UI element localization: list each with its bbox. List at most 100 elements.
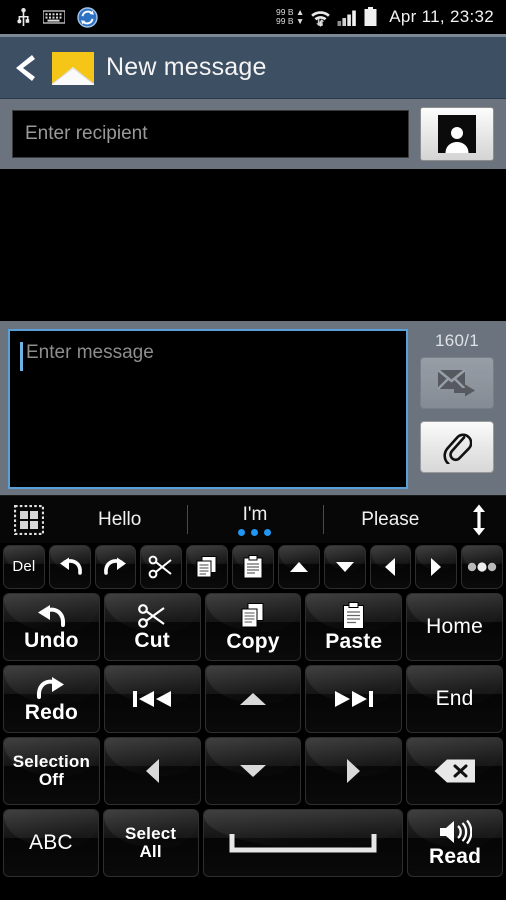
key-label: Copy (226, 629, 280, 653)
key-label-line1: Selection (12, 752, 91, 772)
suggestion-please[interactable]: Please (322, 496, 458, 543)
keyboard-toolbar-row: Del (3, 545, 503, 589)
key-paste-small[interactable] (232, 545, 274, 589)
action-bar: New message (0, 37, 506, 99)
key-arrow-right[interactable] (305, 737, 403, 805)
keyboard-row-2: Redo End (3, 665, 503, 733)
key-undo[interactable]: Undo (3, 593, 100, 661)
redo-icon (35, 675, 67, 701)
status-bar-right-icons: 99 B ▲ 99 B ▼ Apr 11, 23:32 (276, 7, 498, 27)
paperclip-icon (443, 433, 472, 464)
paste-icon (341, 601, 366, 630)
key-label-line2: Off (38, 770, 64, 789)
redo-icon (103, 557, 126, 575)
key-redo[interactable]: Redo (3, 665, 100, 733)
scissors-icon (137, 603, 167, 629)
key-redo-small[interactable] (94, 545, 137, 589)
key-copy-small[interactable] (186, 545, 229, 589)
compose-area: Enter message 160/1 (0, 321, 506, 495)
key-selection-off[interactable]: Selection Off (3, 737, 100, 805)
copy-icon (196, 556, 217, 578)
suggestion-bar: Hello I'm Please (0, 495, 506, 543)
attach-button[interactable] (420, 421, 494, 473)
key-arrow-up[interactable] (204, 665, 302, 733)
spacebar-icon (228, 832, 378, 854)
key-skip-forward[interactable] (305, 665, 403, 733)
key-more-options[interactable] (461, 545, 503, 589)
suggestion-label: Please (361, 508, 420, 530)
arrow-right-icon (431, 558, 442, 576)
keyboard: Del Undo Cut Copy Paste Home Redo End Se… (0, 543, 506, 885)
key-arrow-up-small[interactable] (277, 545, 320, 589)
key-label: End (435, 687, 474, 711)
key-home[interactable]: Home (406, 593, 503, 661)
key-arrow-left[interactable] (103, 737, 201, 805)
key-copy[interactable]: Copy (204, 593, 302, 661)
suggestion-label: Hello (98, 508, 142, 530)
key-label: ABC (28, 831, 73, 855)
send-button[interactable] (420, 357, 494, 409)
key-arrow-down[interactable] (204, 737, 302, 805)
key-label: Paste (325, 629, 383, 653)
suggestion-page-dots (238, 528, 272, 536)
skip-back-icon (131, 687, 173, 711)
key-label: Read (429, 844, 482, 868)
data-usage-indicator: 99 B ▲ 99 B ▼ (276, 7, 305, 26)
send-message-icon (437, 368, 475, 397)
key-arrow-left-small[interactable] (369, 545, 412, 589)
character-counter: 160/1 (434, 331, 480, 350)
key-label-line2: All (139, 842, 162, 861)
key-end[interactable]: End (406, 665, 503, 733)
key-undo-small[interactable] (48, 545, 91, 589)
back-button[interactable] (10, 51, 40, 85)
arrow-up-icon (289, 562, 308, 572)
contacts-button[interactable] (420, 107, 494, 161)
key-abc[interactable]: ABC (3, 809, 99, 877)
key-label: Redo (24, 700, 79, 724)
key-label: Cut (134, 628, 170, 652)
arrow-down-icon (335, 562, 354, 572)
scissors-icon (148, 555, 172, 579)
expand-vertical-icon[interactable] (458, 504, 500, 536)
arrow-left-icon (385, 558, 396, 576)
text-caret (20, 342, 23, 371)
message-placeholder: Enter message (26, 342, 154, 363)
key-paste[interactable]: Paste (305, 593, 403, 661)
key-read[interactable]: Read (407, 809, 503, 877)
undo-icon (59, 557, 82, 575)
keyboard-row-1: Undo Cut Copy Paste Home (3, 593, 503, 661)
key-label: Home (426, 615, 483, 639)
copy-icon (239, 602, 267, 630)
page-title: New message (106, 53, 267, 81)
paste-icon (243, 555, 263, 579)
recipient-bar: Enter recipient (0, 99, 506, 169)
key-cut-small[interactable] (140, 545, 183, 589)
arrow-up-icon (237, 690, 269, 708)
key-select-all[interactable]: Select All (102, 809, 199, 877)
skip-forward-icon (333, 687, 375, 711)
chevron-left-icon (16, 54, 35, 81)
arrow-left-icon (143, 756, 161, 786)
recipient-placeholder: Enter recipient (25, 123, 148, 144)
recipient-input[interactable]: Enter recipient (12, 110, 409, 158)
key-skip-back[interactable] (103, 665, 201, 733)
key-backspace[interactable] (406, 737, 503, 805)
contacts-icon (438, 115, 476, 153)
battery-icon (364, 7, 377, 26)
keyboard-row-3: Selection Off (3, 737, 503, 805)
undo-icon (35, 603, 67, 629)
key-cut[interactable]: Cut (103, 593, 201, 661)
suggestion-hello[interactable]: Hello (52, 496, 187, 543)
backspace-icon (433, 758, 477, 784)
arrow-right-icon (345, 756, 363, 786)
message-input[interactable]: Enter message (8, 329, 408, 489)
key-label: Undo (24, 628, 79, 652)
key-arrow-down-small[interactable] (323, 545, 366, 589)
data-down-value: 99 B (276, 16, 294, 26)
key-arrow-right-small[interactable] (415, 545, 458, 589)
key-del[interactable]: Del (3, 545, 45, 589)
grid-icon[interactable] (6, 504, 52, 535)
suggestion-label: I'm (242, 503, 268, 525)
suggestion-im[interactable]: I'm (187, 496, 322, 543)
key-space[interactable] (202, 809, 404, 877)
